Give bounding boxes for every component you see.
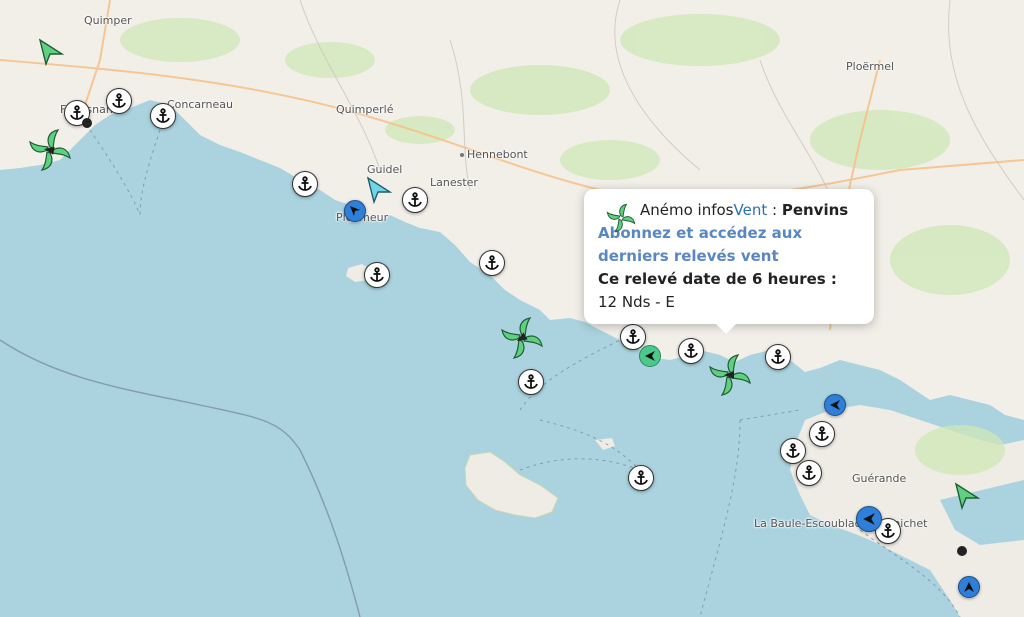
popup-age: Ce relevé date de 6 heures : [598,270,837,288]
direction-arrow-icon[interactable] [344,200,366,222]
place-label: Concarneau [167,98,233,111]
anchor-icon[interactable] [780,438,806,464]
anchor-icon[interactable] [518,369,544,395]
popup-title: Anémo infosVent : Penvins [640,201,849,219]
wind-turbine-icon [606,203,636,238]
subscribe-link[interactable]: Abonnez et accédez aux derniers relevés … [598,222,862,268]
direction-arrow-icon[interactable] [36,38,65,71]
place-label: Hennebont [460,148,528,161]
anchor-icon[interactable] [292,171,318,197]
station-dot[interactable] [957,546,967,556]
anchor-icon[interactable] [620,324,646,350]
station-popup[interactable]: Anémo infosVent : Penvins Abonnez et acc… [584,189,874,334]
place-label: Guérande [852,472,907,485]
direction-arrow-icon[interactable] [824,394,846,416]
anchor-icon[interactable] [628,465,654,491]
wind-turbine-icon[interactable] [28,128,72,177]
place-label: Quimper [84,14,132,27]
place-label: Ploërmel [846,60,895,73]
anchor-icon[interactable] [106,88,132,114]
anchor-icon[interactable] [796,460,822,486]
anchor-icon[interactable] [809,421,835,447]
place-label: La Baule-Escoublac [754,517,861,530]
direction-arrow-icon[interactable] [639,345,661,367]
anchor-icon[interactable] [765,344,791,370]
direction-arrow-icon[interactable] [952,482,981,515]
wind-turbine-icon[interactable] [500,316,544,365]
place-label: Quimperlé [336,103,394,116]
popup-reading: 12 Nds - E [598,293,675,311]
anchor-icon[interactable] [402,187,428,213]
anchor-icon[interactable] [364,262,390,288]
place-label: Guidel [367,163,403,176]
station-dot[interactable] [82,118,92,128]
anchor-icon[interactable] [678,338,704,364]
anchor-icon[interactable] [479,250,505,276]
wind-turbine-icon[interactable] [708,353,752,402]
direction-arrow-icon[interactable] [958,576,980,598]
place-label: Lanester [430,176,478,189]
direction-arrow-icon[interactable] [364,176,393,209]
direction-arrow-icon[interactable] [856,506,882,532]
anchor-icon[interactable] [150,103,176,129]
